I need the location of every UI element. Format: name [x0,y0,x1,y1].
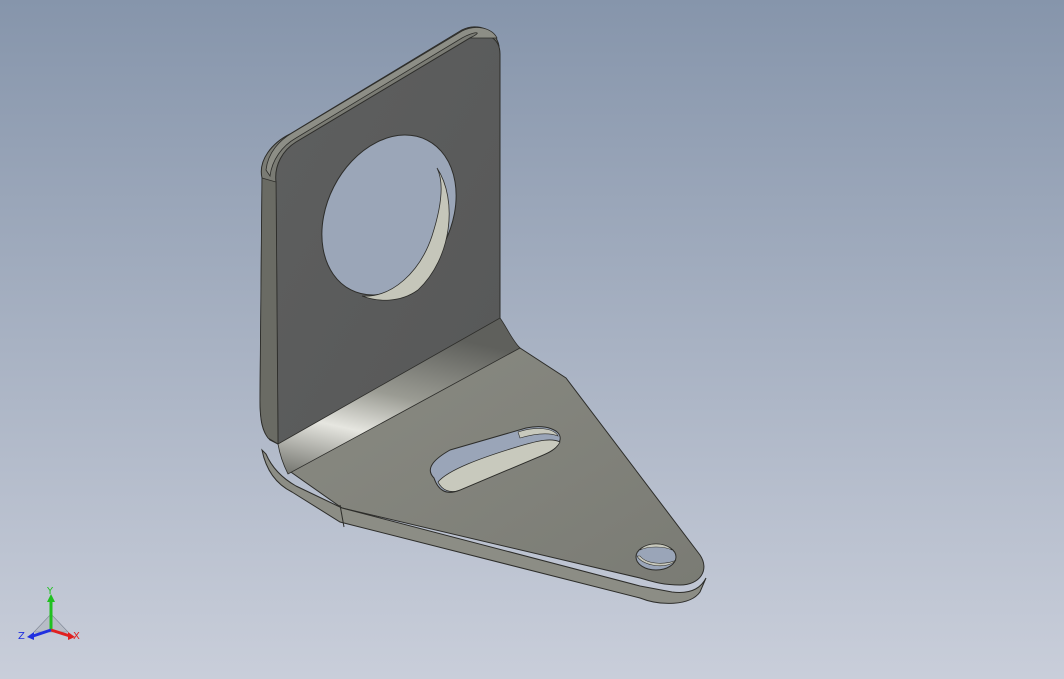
x-axis-label: X [73,631,80,642]
y-axis-label: Y [46,586,54,597]
vertical-plate-left-edge [259,177,279,445]
viewport-background [0,0,1064,679]
z-axis-label: Z [18,631,25,642]
z-axis-arrow-icon [27,632,34,640]
orientation-triad: Y X Z [18,586,80,642]
3d-viewport[interactable]: Y X Z [0,0,1064,679]
model-canvas[interactable] [0,0,1064,679]
